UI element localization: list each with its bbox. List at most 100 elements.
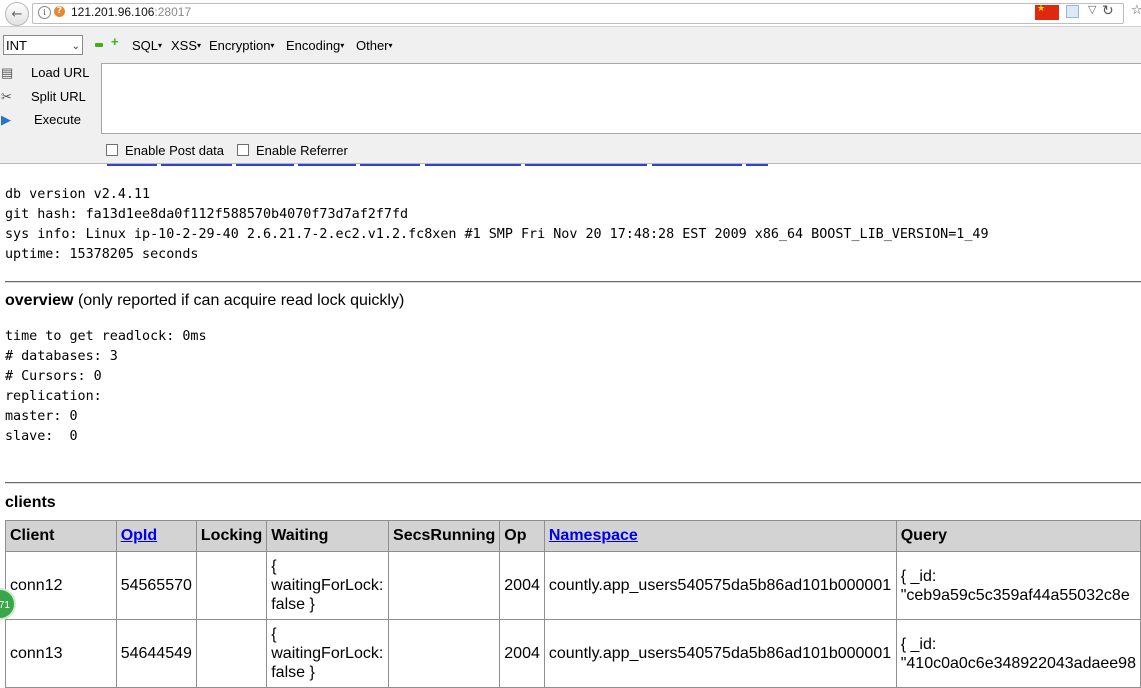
url-textarea[interactable]: [101, 63, 1141, 134]
cell-waiting: { waitingForLock: false }: [266, 619, 390, 688]
menu-xss[interactable]: XSS▾: [171, 38, 201, 53]
china-flag-icon: [1035, 4, 1059, 20]
url-port: :28017: [154, 5, 192, 19]
waiting-line: waitingForLock:: [271, 577, 384, 594]
cell-namespace: countly.app_users540575da5b86ad101b00000…: [543, 619, 897, 688]
load-url-icon: ▤: [1, 65, 14, 80]
split-url-label: Split URL: [31, 89, 86, 104]
cell-secsrunning: [388, 551, 501, 620]
menu-encoding-label: Encoding: [286, 38, 341, 53]
sort-namespace-link[interactable]: Namespace: [549, 527, 638, 544]
waiting-line: false }: [271, 596, 315, 613]
checkbox-icon[interactable]: [237, 144, 249, 156]
plus-icon[interactable]: +: [111, 35, 121, 48]
cell-locking: [195, 619, 268, 688]
play-icon: ▶: [1, 112, 11, 127]
load-url-label: Load URL: [31, 65, 90, 80]
waiting-line: false }: [271, 664, 315, 681]
overview-line: master: 0: [5, 409, 78, 424]
caret-down-icon: ▾: [197, 41, 202, 50]
query-line: { _id:: [900, 635, 937, 653]
nav-links-strip: [0, 164, 800, 168]
overview-title: overview: [5, 292, 74, 309]
clients-heading: clients: [5, 494, 56, 512]
warning-icon: ?: [54, 6, 65, 17]
cell-secsrunning: [388, 619, 501, 688]
col-opid: OpId: [115, 520, 197, 552]
col-waiting: Waiting: [266, 520, 390, 552]
menu-encoding[interactable]: Encoding▾: [286, 38, 344, 53]
cell-namespace: countly.app_users540575da5b86ad101b00000…: [543, 551, 897, 620]
table-row: conn13 54644549 {waitingForLock: false } …: [5, 619, 1141, 688]
execute-label: Execute: [34, 112, 81, 127]
divider: [5, 281, 1141, 283]
caret-down-icon: ▾: [270, 41, 275, 50]
menu-sql[interactable]: SQL▾: [132, 38, 162, 53]
hackbar-panel: INT ⌄ + SQL▾ XSS▾ Encryption▾ Encoding▾ …: [0, 27, 1141, 164]
enable-referrer-label: Enable Referrer: [256, 143, 348, 158]
reload-icon[interactable]: ↻: [1102, 3, 1114, 19]
enable-post-data-checkbox[interactable]: Enable Post data: [106, 142, 231, 158]
menu-other-label: Other: [356, 38, 389, 53]
query-line: { _id:: [900, 567, 937, 585]
table-row: conn12 54565570 {waitingForLock: false } …: [5, 551, 1141, 620]
overview-line: slave: 0: [5, 429, 78, 444]
menu-sql-label: SQL: [132, 38, 159, 53]
url-host: 121.201.96.106: [71, 5, 155, 19]
cell-locking: [195, 551, 268, 620]
col-locking: Locking: [195, 520, 268, 552]
menu-encryption-label: Encryption: [209, 38, 271, 53]
table-header-row: Client OpId Locking Waiting SecsRunning …: [5, 520, 1141, 552]
overview-line: # Cursors: 0: [5, 369, 102, 384]
clients-title: clients: [5, 494, 56, 511]
cell-query: { _id: "410c0a0c6e348922043adaee98: [895, 619, 1141, 688]
db-version-line: db version v2.4.11: [5, 187, 151, 202]
git-hash-line: git hash: fa13d1ee8da0f112f588570b4070f7…: [5, 207, 409, 222]
enable-post-data-label: Enable Post data: [125, 143, 225, 158]
load-url-button[interactable]: ▤ Load URL: [0, 63, 95, 85]
cell-op: 2004: [499, 551, 545, 620]
cell-opid: 54565570: [115, 551, 197, 620]
col-secsrunning: SecsRunning: [388, 520, 501, 552]
waiting-line: {: [271, 626, 277, 643]
uptime-line: uptime: 15378205 seconds: [5, 247, 199, 262]
overview-subtitle: (only reported if can acquire read lock …: [77, 292, 405, 309]
col-client: Client: [5, 520, 117, 552]
col-namespace: Namespace: [543, 520, 897, 552]
overview-heading: overview (only reported if can acquire r…: [5, 292, 404, 310]
url-text[interactable]: 121.201.96.106:28017: [71, 5, 191, 19]
waiting-line: waitingForLock:: [271, 645, 384, 662]
enable-referrer-checkbox[interactable]: Enable Referrer: [237, 142, 352, 158]
caret-down-icon: ▾: [388, 41, 393, 50]
checkbox-icon[interactable]: [106, 144, 118, 156]
caret-down-icon: ▾: [158, 41, 163, 50]
address-field[interactable]: [32, 3, 1124, 24]
execute-button[interactable]: ▶ Execute: [0, 110, 95, 132]
cell-waiting: { waitingForLock: false }: [266, 551, 390, 620]
bookmark-star-icon[interactable]: ☆: [1131, 3, 1141, 18]
menu-encryption[interactable]: Encryption▾: [209, 38, 274, 53]
cell-opid: 54644549: [115, 619, 197, 688]
cell-op: 2004: [499, 619, 545, 688]
minus-icon[interactable]: [95, 43, 103, 47]
caret-down-icon: ▾: [340, 41, 345, 50]
cell-client: conn13: [5, 619, 117, 688]
type-select[interactable]: INT ⌄: [3, 35, 83, 55]
menu-other[interactable]: Other▾: [356, 38, 393, 53]
overview-line: # databases: 3: [5, 349, 118, 364]
sys-info-line: sys info: Linux ip-10-2-29-40 2.6.21.7-2…: [5, 227, 989, 242]
waiting-line: {: [271, 558, 277, 575]
menu-xss-label: XSS: [171, 38, 198, 53]
overview-line: time to get readlock: 0ms: [5, 329, 207, 344]
type-select-value: INT: [6, 38, 27, 53]
scissors-icon: ✂: [1, 89, 12, 104]
sort-opid-link[interactable]: OpId: [121, 527, 157, 544]
col-query: Query: [895, 520, 1141, 552]
site-info-icon[interactable]: i: [38, 6, 51, 19]
dropdown-arrow-icon[interactable]: ▽: [1088, 3, 1096, 16]
split-url-button[interactable]: ✂ Split URL: [0, 87, 95, 109]
back-arrow-icon[interactable]: ←: [5, 2, 29, 26]
browser-url-bar: ← i ? 121.201.96.106:28017 ▽ ↻ ☆: [0, 0, 1141, 27]
query-line: "410c0a0c6e348922043adaee98: [900, 654, 1136, 672]
cube-icon[interactable]: [1066, 5, 1079, 18]
